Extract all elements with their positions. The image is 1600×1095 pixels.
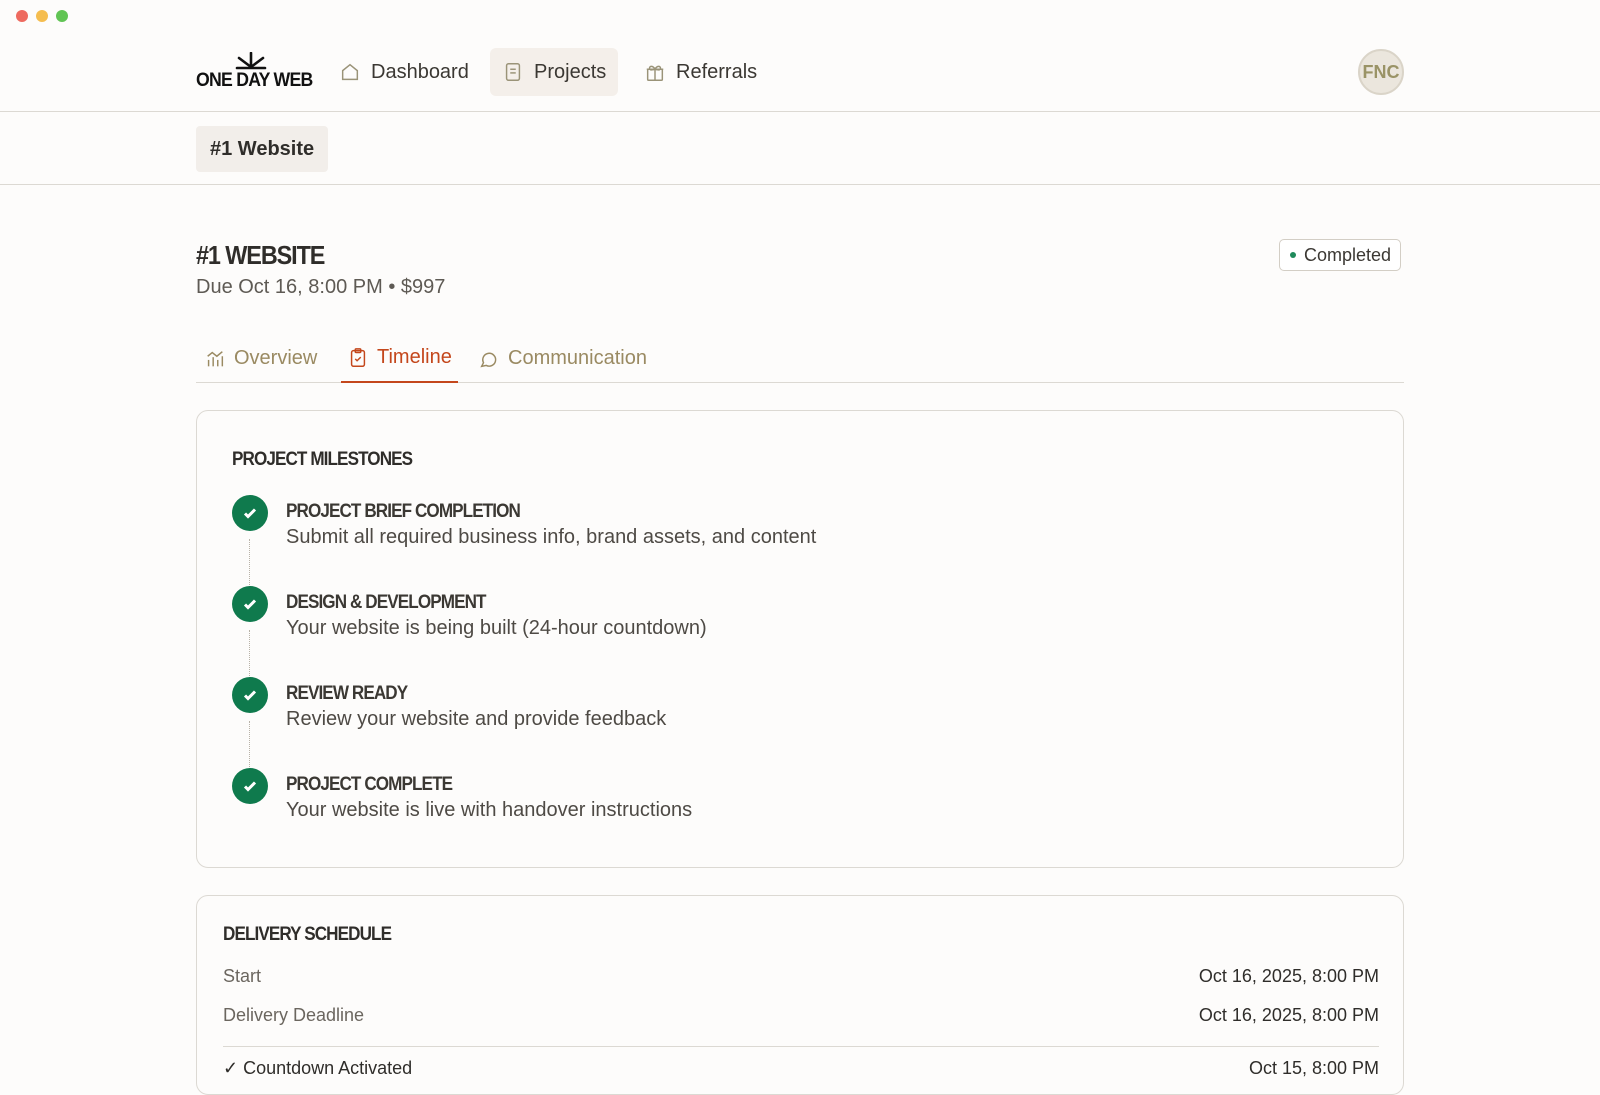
delivery-divider bbox=[223, 1046, 1379, 1047]
tab-communication-label: Communication bbox=[508, 347, 647, 369]
minimize-window-button[interactable] bbox=[36, 10, 48, 22]
tab-overview[interactable]: Overview bbox=[198, 334, 323, 383]
nav-dashboard-label: Dashboard bbox=[371, 60, 469, 83]
status-label: Completed bbox=[1304, 244, 1392, 265]
milestone-title: REVIEW READY bbox=[286, 683, 408, 704]
milestone-item: DESIGN & DEVELOPMENT Your website is bei… bbox=[232, 586, 1332, 646]
delivery-row-value: Oct 15, 8:00 PM bbox=[1248, 1058, 1379, 1078]
nav-referrals[interactable]: Referrals bbox=[632, 48, 769, 96]
document-icon bbox=[505, 63, 521, 81]
delivery-row-label: ✓ Countdown Activated bbox=[223, 1058, 413, 1078]
close-window-button[interactable] bbox=[16, 10, 28, 22]
milestone-item: PROJECT BRIEF COMPLETION Submit all requ… bbox=[232, 495, 1332, 555]
nav-referrals-label: Referrals bbox=[676, 60, 758, 83]
tab-communication[interactable]: Communication bbox=[472, 334, 653, 383]
milestone-description: Your website is live with handover instr… bbox=[286, 799, 693, 821]
milestone-title: PROJECT BRIEF COMPLETION bbox=[286, 501, 521, 522]
check-circle-icon bbox=[232, 677, 268, 713]
brand-logo[interactable]: ONE DAY WEB bbox=[196, 52, 313, 92]
milestone-description: Your website is being built (24-hour cou… bbox=[286, 617, 707, 639]
milestone-description: Review your website and provide feedback bbox=[286, 708, 667, 730]
maximize-window-button[interactable] bbox=[56, 10, 68, 22]
tab-timeline-label: Timeline bbox=[377, 346, 452, 368]
project-tabs: Overview Timeline Communication bbox=[196, 334, 1404, 383]
chat-bubble-icon bbox=[480, 352, 497, 367]
project-subnav: #1 Website bbox=[0, 112, 1600, 185]
clipboard-check-icon bbox=[350, 347, 366, 367]
delivery-schedule-card: DELIVERY SCHEDULE Start Oct 16, 2025, 8:… bbox=[196, 895, 1404, 1095]
milestone-title: PROJECT COMPLETE bbox=[286, 774, 453, 795]
nav-projects[interactable]: Projects bbox=[490, 48, 619, 96]
window-titlebar bbox=[0, 0, 1600, 34]
delivery-row-value: Oct 16, 2025, 8:00 PM bbox=[1198, 966, 1379, 986]
delivery-row-label: Delivery Deadline bbox=[223, 1005, 365, 1025]
status-dot-icon bbox=[1290, 252, 1296, 258]
user-avatar[interactable]: FNC bbox=[1358, 49, 1404, 95]
milestones-card: PROJECT MILESTONES PROJECT BRIEF COMPLET… bbox=[196, 410, 1404, 868]
gift-icon bbox=[646, 65, 664, 81]
check-circle-icon bbox=[232, 495, 268, 531]
milestones-title: PROJECT MILESTONES bbox=[232, 449, 413, 470]
status-badge: Completed bbox=[1279, 239, 1402, 271]
tab-timeline[interactable]: Timeline bbox=[341, 334, 458, 383]
nav-projects-label: Projects bbox=[534, 60, 607, 83]
check-circle-icon bbox=[232, 768, 268, 804]
top-navigation: ONE DAY WEB Dashboard Projects Referrals… bbox=[0, 34, 1600, 112]
milestone-description: Submit all required business info, brand… bbox=[286, 526, 817, 548]
delivery-title: DELIVERY SCHEDULE bbox=[223, 924, 392, 945]
sunburst-icon bbox=[235, 52, 267, 70]
chart-icon bbox=[207, 350, 224, 366]
milestone-title: DESIGN & DEVELOPMENT bbox=[286, 592, 486, 613]
check-circle-icon bbox=[232, 586, 268, 622]
milestone-item: REVIEW READY Review your website and pro… bbox=[232, 677, 1332, 737]
project-chip[interactable]: #1 Website bbox=[196, 126, 329, 172]
page-title: #1 WEBSITE bbox=[196, 240, 325, 270]
home-icon bbox=[341, 63, 359, 81]
milestone-item: PROJECT COMPLETE Your website is live wi… bbox=[232, 768, 1332, 828]
project-subtitle: Due Oct 16, 8:00 PM • $997 bbox=[196, 276, 446, 298]
brand-logo-text: ONE DAY WEB bbox=[196, 70, 313, 91]
delivery-row-value: Oct 16, 2025, 8:00 PM bbox=[1198, 1005, 1379, 1025]
tab-overview-label: Overview bbox=[234, 347, 318, 369]
nav-dashboard[interactable]: Dashboard bbox=[327, 48, 481, 96]
delivery-row-label: Start bbox=[223, 966, 262, 986]
